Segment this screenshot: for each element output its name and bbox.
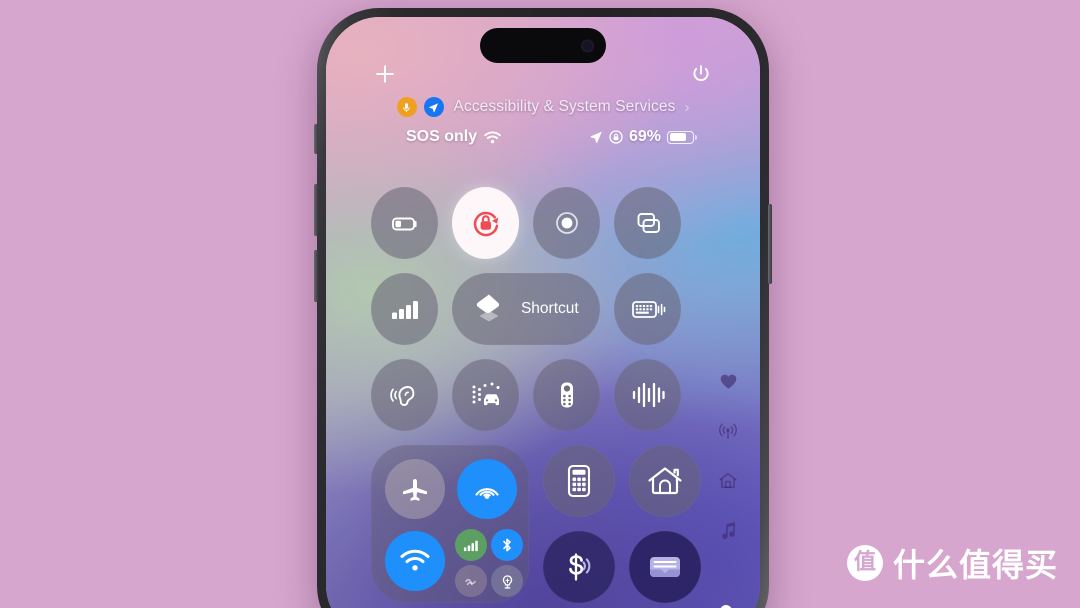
bluetooth-icon [499, 537, 515, 553]
personal-hotspot-toggle[interactable] [491, 565, 523, 597]
location-arrow-icon [589, 130, 603, 144]
iphone-device: Accessibility & System Services › SOS on… [314, 8, 772, 608]
airdrop-icon [472, 474, 502, 504]
wifi-icon [484, 130, 501, 144]
status-bar-left: SOS only [406, 128, 501, 146]
wallet-tile[interactable] [629, 531, 701, 603]
wifi-icon [400, 548, 430, 574]
volume-down-button[interactable] [314, 250, 318, 302]
assistive-touch-icon [549, 205, 585, 241]
watermark: 值 什么值得买 [846, 540, 1058, 586]
phone-screen: Accessibility & System Services › SOS on… [326, 17, 760, 608]
low-power-mode-tile[interactable] [371, 187, 438, 259]
car-motion-cues-icon [468, 378, 504, 412]
battery-percent-label: 69% [628, 128, 661, 145]
power-off-button[interactable] [688, 61, 714, 87]
carrier-label: SOS only [406, 128, 478, 145]
home-house-icon [646, 464, 684, 498]
screen-mirroring-tile[interactable] [614, 187, 681, 259]
page-health-heart-icon[interactable] [719, 372, 738, 391]
rotation-lock-icon [468, 205, 504, 241]
sound-level-tile[interactable] [371, 273, 438, 345]
watermark-logo: 值 [846, 545, 883, 581]
add-control-button[interactable] [372, 61, 398, 87]
volume-up-button[interactable] [314, 184, 318, 236]
airdrop-toggle[interactable] [457, 459, 517, 519]
accessibility-group-header[interactable]: Accessibility & System Services › [326, 97, 760, 117]
ear-hearing-icon [388, 378, 422, 412]
shortcuts-icon [469, 288, 509, 330]
rotation-lock-badge-icon [609, 130, 623, 144]
connectivity-mini-grid [455, 529, 523, 597]
control-row-3 [371, 359, 681, 431]
control-tiles-grid: Shortcut [371, 187, 701, 603]
page-music-note-icon[interactable] [719, 520, 738, 540]
control-center-page-rail [718, 372, 738, 540]
control-row-2: Shortcut [371, 273, 682, 345]
location-indicator-icon [423, 97, 444, 117]
shortcut-tile[interactable]: Shortcut [451, 273, 601, 345]
apple-tv-remote-tile[interactable] [533, 359, 600, 431]
cellular-data-toggle[interactable] [455, 529, 487, 561]
live-speech-tile[interactable] [614, 273, 682, 345]
status-bar-right: 69% [589, 128, 697, 146]
page-home-icon[interactable] [718, 471, 738, 490]
accessibility-group-label: Accessibility & System Services [453, 98, 676, 115]
page-connectivity-antenna-icon[interactable] [718, 421, 738, 441]
tv-remote-icon [550, 378, 584, 412]
vpn-toggle[interactable] [455, 565, 487, 597]
shortcut-label: Shortcut [520, 300, 579, 317]
calculator-tile[interactable] [543, 445, 615, 517]
bluetooth-toggle[interactable] [491, 529, 523, 561]
control-row-1 [371, 187, 681, 259]
waveform-icon [630, 378, 666, 412]
calculator-icon [563, 463, 595, 499]
connectivity-module [371, 445, 529, 603]
tap-to-pay-tile[interactable] [543, 531, 615, 603]
battery-icon [388, 206, 422, 240]
vpn-icon [463, 573, 479, 589]
airplane-mode-toggle[interactable] [385, 459, 445, 519]
wallet-cards-icon [646, 551, 684, 583]
keyboard-speech-icon [629, 292, 667, 326]
home-tile[interactable] [629, 445, 701, 517]
assistive-touch-tile[interactable] [533, 187, 600, 259]
dollar-nfc-icon [561, 549, 597, 585]
chevron-right-icon[interactable]: › [684, 99, 689, 116]
cellular-bars-icon [463, 537, 480, 554]
vehicle-motion-cues-tile[interactable] [452, 359, 519, 431]
hearing-tile[interactable] [371, 359, 438, 431]
control-center-top-row [326, 61, 760, 89]
watermark-text: 什么值得买 [892, 546, 1058, 584]
microphone-indicator-icon [396, 97, 417, 117]
rotation-lock-tile[interactable] [452, 187, 519, 259]
screen-mirroring-icon [630, 205, 666, 241]
hotspot-icon [499, 573, 516, 590]
control-center: Accessibility & System Services › SOS on… [326, 17, 760, 608]
signal-bars-icon [387, 292, 421, 326]
sound-recognition-tile[interactable] [614, 359, 681, 431]
airplane-icon [401, 475, 429, 503]
wifi-toggle[interactable] [385, 531, 445, 591]
battery-fill [669, 133, 687, 141]
battery-icon [667, 130, 697, 144]
power-button[interactable] [768, 204, 772, 284]
action-button[interactable] [314, 124, 318, 154]
control-row-4 [371, 445, 701, 603]
